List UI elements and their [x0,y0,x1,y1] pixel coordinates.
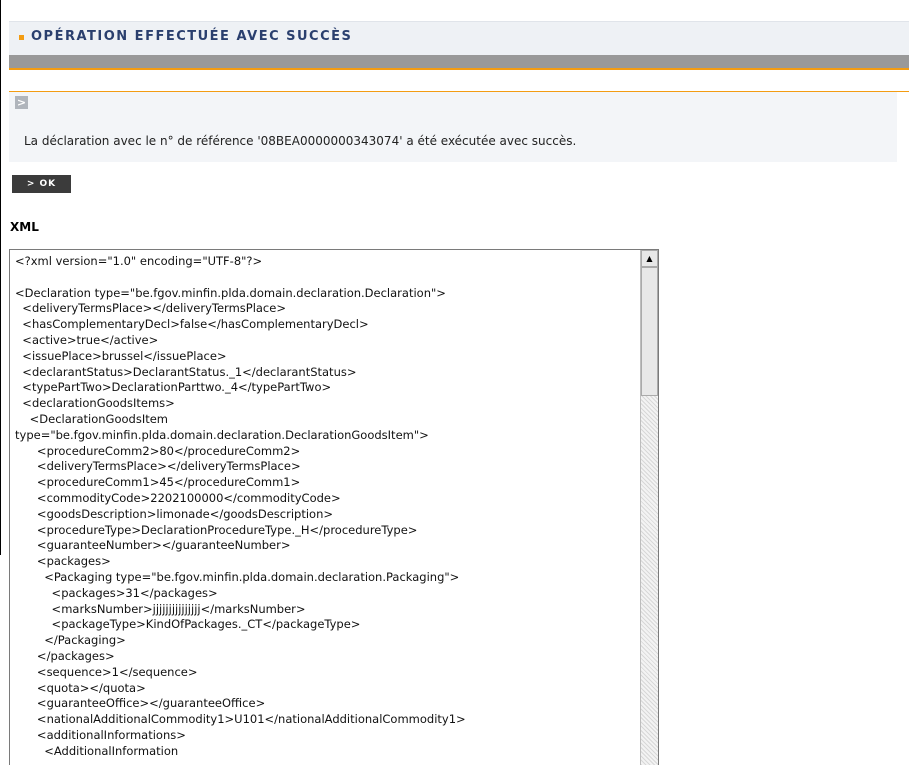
orange-divider [9,68,909,70]
left-border-line [0,0,1,555]
ok-button[interactable]: > OK [12,175,71,193]
xml-content: <?xml version="1.0" encoding="UTF-8"?> <… [15,254,466,758]
orange-bullet-icon [19,35,24,40]
scroll-thumb[interactable] [641,267,658,396]
xml-textarea[interactable]: <?xml version="1.0" encoding="UTF-8"?> <… [9,249,659,765]
success-header: OPÉRATION EFFECTUÉE AVEC SUCCÈS [9,21,909,55]
xml-label: XML [10,220,39,234]
header-gray-band [9,55,909,68]
message-panel: > La déclaration avec le n° de référence… [9,92,897,162]
arrow-right-icon: > [15,96,28,109]
xml-scrollbar[interactable]: ▲ [640,250,658,765]
success-message: La déclaration avec le n° de référence '… [24,134,577,148]
scroll-up-arrow-icon[interactable]: ▲ [641,250,658,267]
page-title: OPÉRATION EFFECTUÉE AVEC SUCCÈS [31,29,353,44]
